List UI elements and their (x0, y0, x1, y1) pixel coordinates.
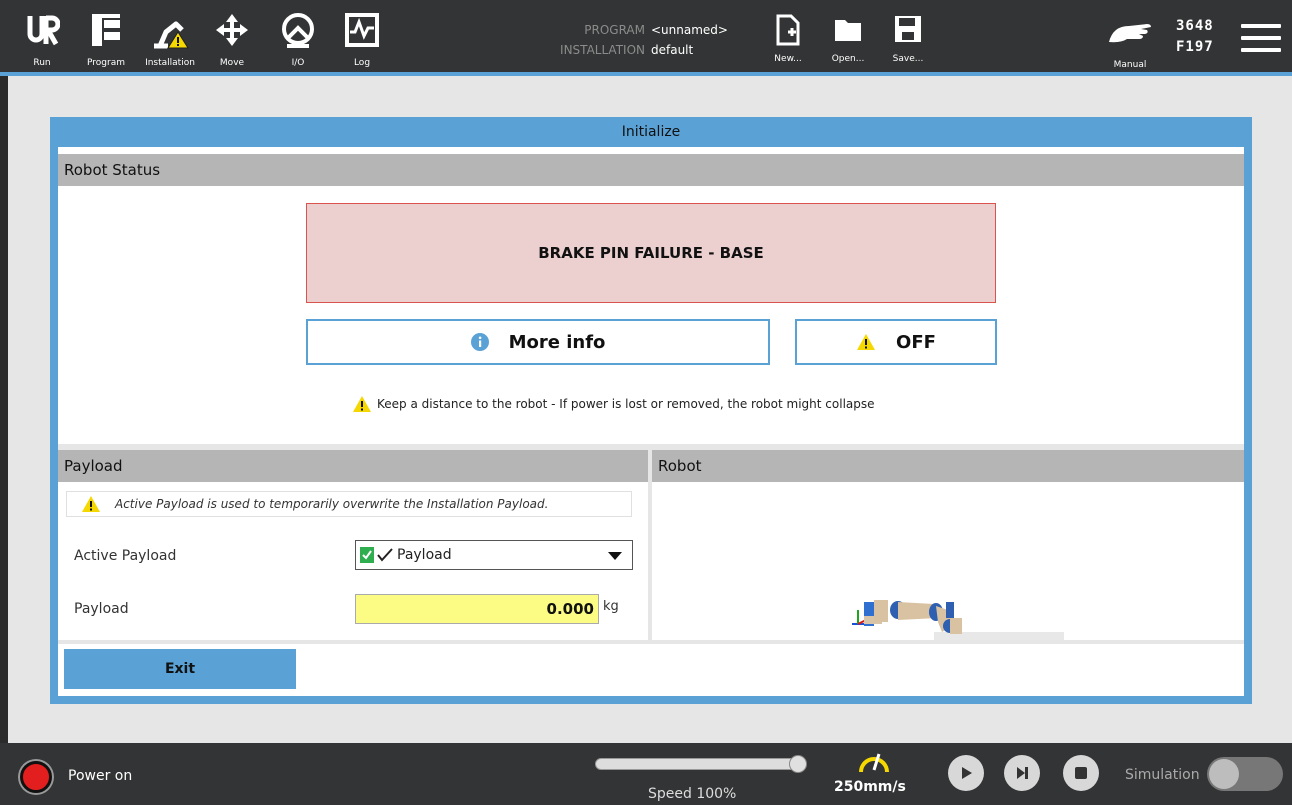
nav-log-label: Log (353, 58, 371, 68)
program-key: PROGRAM (584, 23, 645, 37)
installation-name: default (651, 43, 694, 57)
serial-line-1: 3648 (1176, 18, 1214, 34)
warning-icon (82, 496, 100, 512)
serial-line-2: F197 (1176, 39, 1214, 55)
new-label: New... (774, 54, 802, 64)
payload-note: Active Payload is used to temporarily ov… (66, 491, 632, 517)
program-icon (80, 12, 132, 56)
step-icon (1017, 767, 1028, 779)
nav-log[interactable]: Log (336, 8, 388, 70)
speed-slider-knob[interactable] (789, 755, 807, 773)
tcp-speed-label: 250mm/s (834, 779, 906, 795)
robot-3d-view[interactable] (652, 482, 1244, 640)
footer-divider (58, 640, 1244, 644)
nav-installation[interactable]: Installation (144, 8, 196, 70)
io-icon (272, 12, 324, 56)
active-payload-label: Active Payload (74, 548, 177, 564)
nav-program-label: Program (87, 58, 125, 68)
more-info-button[interactable]: More info (306, 319, 770, 365)
manual-label: Manual (1113, 60, 1147, 70)
error-message-box: BRAKE PIN FAILURE - BASE (306, 203, 996, 303)
checkmark-icon (377, 548, 393, 562)
simulation-toggle-knob[interactable] (1209, 759, 1239, 789)
payload-header: Payload (58, 450, 648, 482)
step-button[interactable] (1004, 755, 1040, 791)
off-button[interactable]: OFF (795, 319, 997, 365)
power-label[interactable]: Power on (68, 768, 132, 784)
move-arrows-icon (206, 12, 258, 56)
simulation-toggle[interactable] (1207, 757, 1283, 791)
power-button[interactable] (20, 761, 52, 793)
program-name: <unnamed> (651, 23, 728, 37)
open-button[interactable]: Open... (826, 14, 870, 70)
nav-move-label: Move (219, 58, 245, 68)
new-button[interactable]: New... (766, 14, 810, 70)
save-label: Save... (892, 54, 924, 64)
new-file-icon (776, 14, 800, 46)
off-label: OFF (896, 331, 936, 353)
dialog-title: Initialize (621, 124, 681, 140)
simulation-label: Simulation (1125, 767, 1200, 783)
green-check-icon (360, 547, 374, 563)
bottom-bar: Power on Speed 100% 250mm/s Simulation (0, 743, 1292, 805)
nav-installation-label: Installation (145, 58, 195, 68)
stop-icon (1075, 767, 1087, 779)
serial-number: 3648 F197 (1176, 16, 1214, 58)
manual-mode-button[interactable]: Manual (1105, 20, 1155, 72)
speed-slider[interactable] (595, 755, 807, 773)
installation-warning-icon (144, 12, 196, 56)
nav-io-label: I/O (291, 58, 305, 68)
initialize-dialog: Initialize Robot Status BRAKE PIN FAILUR… (50, 117, 1252, 704)
payload-note-text: Active Payload is used to temporarily ov… (115, 497, 549, 511)
top-bar: Run Program Installation Move I/O Log PR… (0, 0, 1292, 72)
more-info-label: More info (508, 331, 606, 353)
robot-model-icon (852, 600, 1064, 640)
error-message: BRAKE PIN FAILURE - BASE (538, 244, 764, 262)
collapse-warning: Keep a distance to the robot - If power … (352, 395, 875, 413)
collapse-warning-text: Keep a distance to the robot - If power … (377, 397, 875, 411)
robot-header: Robot (652, 450, 1244, 482)
open-label: Open... (831, 54, 865, 64)
speed-label: Speed 100% (648, 786, 737, 802)
nav-run-label: Run (33, 58, 51, 68)
warning-icon (353, 396, 371, 412)
payload-label: Payload (74, 601, 129, 617)
nav-run[interactable]: Run (16, 8, 68, 70)
chevron-down-icon (608, 552, 622, 560)
installation-key: INSTALLATION (560, 43, 645, 57)
dialog-body: Robot Status BRAKE PIN FAILURE - BASE Mo… (58, 147, 1244, 696)
speedometer-icon (859, 753, 889, 773)
exit-button[interactable]: Exit (64, 649, 296, 689)
nav-io[interactable]: I/O (272, 8, 324, 70)
nav-move[interactable]: Move (206, 8, 258, 70)
log-icon (336, 12, 388, 56)
ur-logo-icon (16, 12, 68, 56)
program-info: PROGRAM <unnamed> INSTALLATION default (546, 20, 728, 60)
info-icon (470, 333, 489, 351)
nav-program[interactable]: Program (80, 8, 132, 70)
play-button[interactable] (948, 755, 984, 791)
robot-status-header: Robot Status (58, 154, 1244, 186)
payload-input[interactable]: 0.000 (355, 594, 599, 624)
hamburger-menu-icon[interactable] (1241, 24, 1281, 54)
active-payload-dropdown[interactable]: Payload (355, 540, 633, 570)
stop-button[interactable] (1063, 755, 1099, 791)
save-button[interactable]: Save... (886, 14, 930, 70)
open-folder-icon (835, 20, 861, 41)
save-icon (895, 16, 921, 42)
hand-icon (1109, 24, 1151, 43)
payload-unit: kg (603, 599, 619, 614)
active-payload-value: Payload (397, 547, 452, 563)
warning-icon (856, 333, 876, 351)
exit-label: Exit (164, 661, 196, 677)
play-icon (962, 767, 972, 779)
